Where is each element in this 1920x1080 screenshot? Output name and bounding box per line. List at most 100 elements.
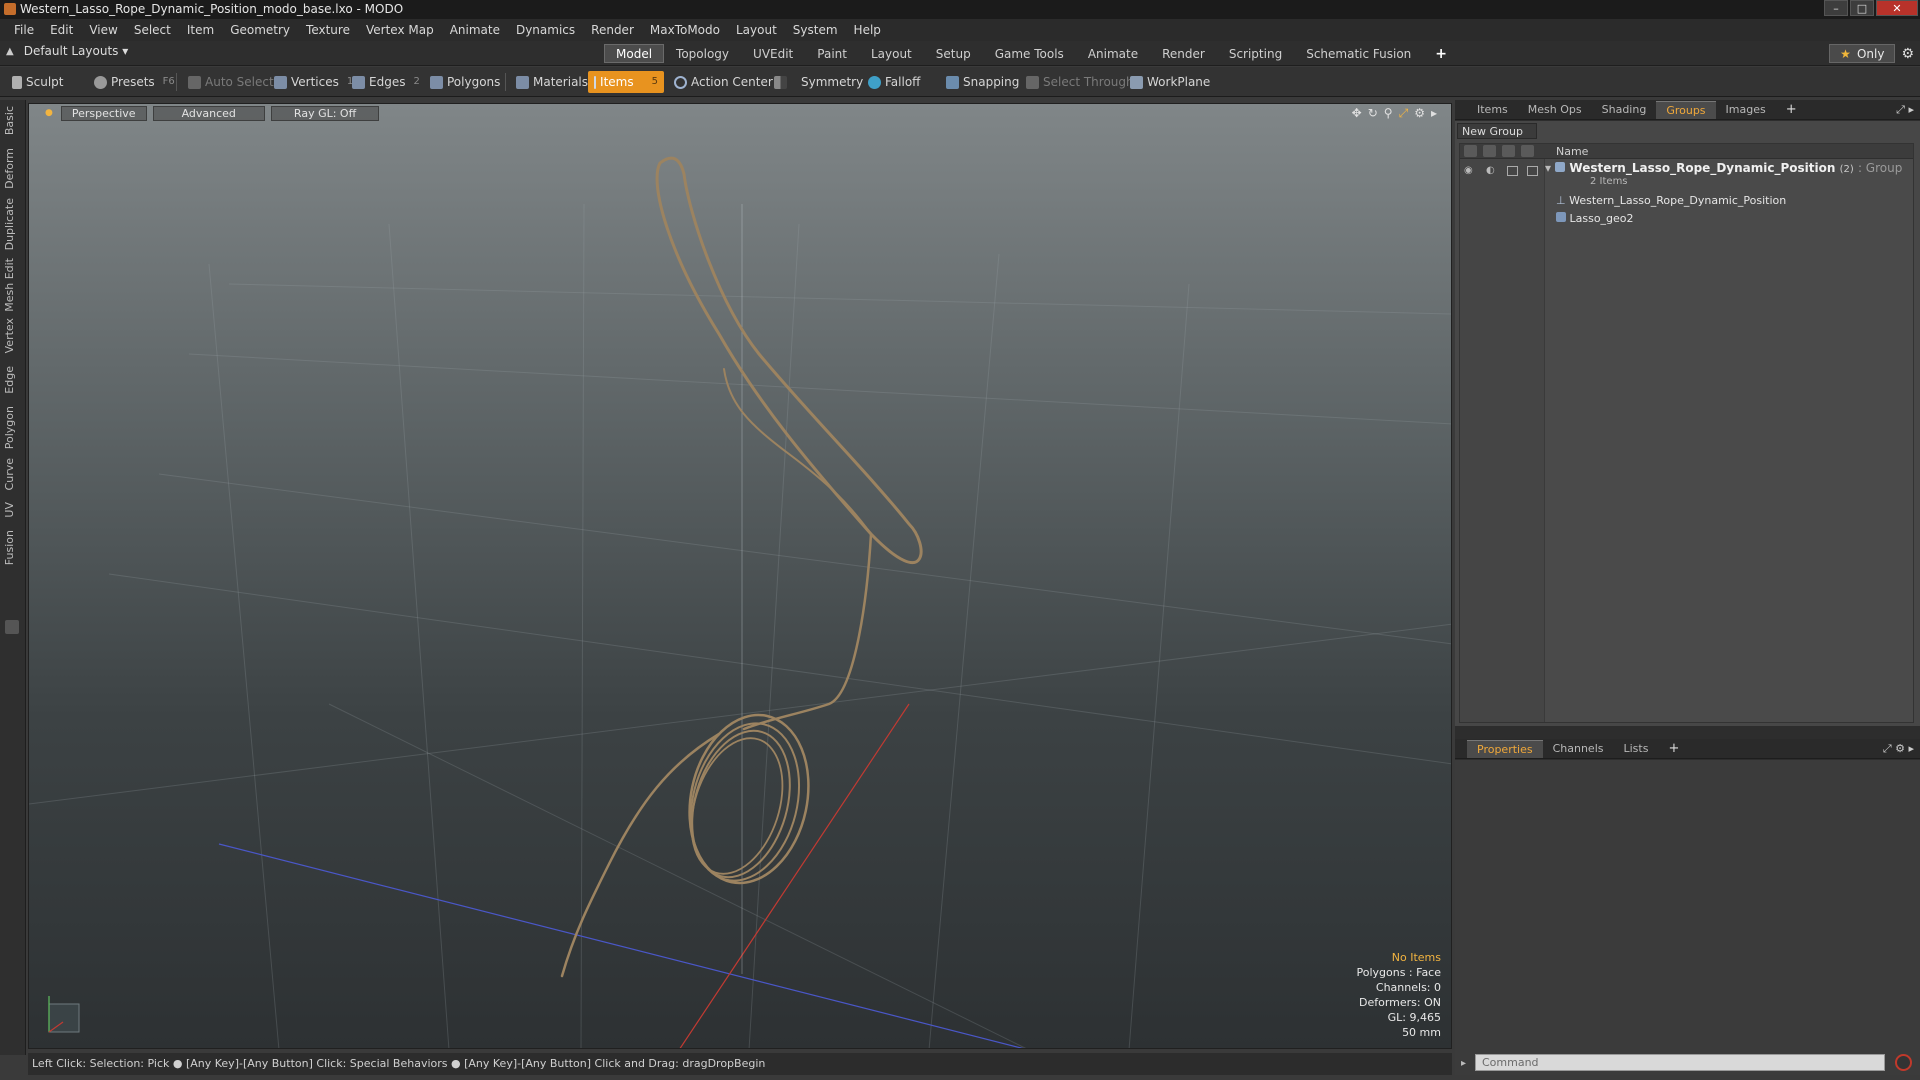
- lock-checkbox[interactable]: [1507, 166, 1518, 176]
- menu-system[interactable]: System: [785, 19, 846, 41]
- tab-shading[interactable]: Shading: [1592, 101, 1657, 119]
- vtab-curve[interactable]: Curve: [3, 458, 21, 490]
- minimize-button[interactable]: –: [1824, 0, 1848, 16]
- lock-column-icon[interactable]: [1502, 145, 1515, 157]
- gear-icon[interactable]: ⚙: [1901, 46, 1914, 62]
- menu-dynamics[interactable]: Dynamics: [508, 19, 583, 41]
- tab-game-tools[interactable]: Game Tools: [983, 44, 1076, 63]
- tab-groups[interactable]: Groups: [1656, 100, 1716, 119]
- only-toggle-button[interactable]: ★ Only: [1829, 44, 1896, 63]
- menu-layout[interactable]: Layout: [728, 19, 785, 41]
- vtab-vertex[interactable]: Vertex: [3, 318, 21, 353]
- modo-app-icon: [4, 3, 16, 15]
- materials-button[interactable]: Materials: [510, 71, 594, 93]
- select-through-button[interactable]: Select Through: [1020, 71, 1140, 93]
- menu-maxtomodo[interactable]: MaxToModo: [642, 19, 728, 41]
- viewport-expand-icon[interactable]: ▸: [1431, 106, 1437, 121]
- group-row[interactable]: ▾ Western_Lasso_Rope_Dynamic_Position (2…: [1545, 161, 1902, 175]
- tab-scripting[interactable]: Scripting: [1217, 44, 1294, 63]
- tab-model[interactable]: Model: [604, 44, 665, 63]
- eye-icon[interactable]: ◉: [1464, 165, 1473, 176]
- auto-select-button[interactable]: Auto Select: [182, 71, 280, 93]
- tab-setup[interactable]: Setup: [924, 44, 983, 63]
- tab-schematic-fusion[interactable]: Schematic Fusion: [1294, 44, 1423, 63]
- toolbar-separator: [176, 73, 177, 91]
- default-layouts-dropdown[interactable]: Default Layouts ▾: [24, 44, 129, 58]
- advanced-button[interactable]: Advanced: [152, 105, 265, 121]
- 3d-viewport[interactable]: ● Perspective Advanced Ray GL: Off ✥ ↻ ⚲…: [28, 103, 1452, 1049]
- menu-render[interactable]: Render: [583, 19, 642, 41]
- tab-render[interactable]: Render: [1150, 44, 1217, 63]
- tree-item-locator[interactable]: ⊥ Western_Lasso_Rope_Dynamic_Position: [1556, 194, 1786, 207]
- vtab-fusion[interactable]: Fusion: [3, 530, 21, 565]
- menu-edit[interactable]: Edit: [42, 19, 81, 41]
- menu-animate[interactable]: Animate: [442, 19, 508, 41]
- workplane-button[interactable]: WorkPlane: [1124, 71, 1216, 93]
- record-icon[interactable]: [1895, 1054, 1912, 1071]
- tab-uvedit[interactable]: UVEdit: [741, 44, 805, 63]
- add-bottom-tab-button[interactable]: +: [1658, 740, 1689, 758]
- tab-items[interactable]: Items: [1467, 101, 1518, 119]
- vtab-polygon[interactable]: Polygon: [3, 406, 21, 449]
- items-button[interactable]: Items 5: [588, 71, 664, 93]
- menu-help[interactable]: Help: [846, 19, 889, 41]
- sculpt-button[interactable]: Sculpt: [6, 71, 69, 93]
- presets-button[interactable]: Presets F6: [88, 71, 181, 93]
- tab-properties[interactable]: Properties: [1467, 739, 1543, 758]
- select-column-icon[interactable]: [1521, 145, 1534, 157]
- tab-paint[interactable]: Paint: [805, 44, 859, 63]
- vtab-uv[interactable]: UV: [3, 502, 21, 518]
- vtab-basic[interactable]: Basic: [3, 106, 21, 135]
- menu-geometry[interactable]: Geometry: [222, 19, 298, 41]
- menu-file[interactable]: File: [6, 19, 42, 41]
- render-column-icon[interactable]: [1483, 145, 1496, 157]
- ray-gl-button[interactable]: Ray GL: Off: [270, 105, 380, 121]
- vtab-edge[interactable]: Edge: [3, 366, 21, 394]
- tree-item-mesh[interactable]: Lasso_geo2: [1556, 212, 1634, 225]
- close-button[interactable]: ✕: [1876, 0, 1918, 16]
- visibility-column-icon[interactable]: [1464, 145, 1477, 157]
- add-layout-tab-button[interactable]: +: [1423, 44, 1459, 63]
- menu-select[interactable]: Select: [126, 19, 179, 41]
- rotate-view-icon[interactable]: ↻: [1368, 106, 1378, 121]
- fit-view-icon[interactable]: ⤢: [1399, 106, 1409, 121]
- viewport-menu-icon[interactable]: ●: [45, 108, 53, 118]
- bottom-panel-maximize-icon[interactable]: ⤢ ⚙ ▸: [1883, 742, 1914, 756]
- new-group-button[interactable]: New Group: [1457, 123, 1537, 139]
- action-center-button[interactable]: Action Center: [668, 71, 779, 93]
- expand-arrow-icon[interactable]: ▾: [1545, 161, 1551, 175]
- snapping-button[interactable]: Snapping: [940, 71, 1025, 93]
- falloff-button[interactable]: Falloff: [862, 71, 926, 93]
- viewport-settings-icon[interactable]: ⚙: [1414, 106, 1425, 121]
- move-view-icon[interactable]: ✥: [1352, 106, 1362, 121]
- render-toggle-icon[interactable]: ◐: [1486, 165, 1495, 176]
- tab-channels[interactable]: Channels: [1543, 740, 1614, 758]
- tab-topology[interactable]: Topology: [664, 44, 741, 63]
- select-checkbox[interactable]: [1527, 166, 1538, 176]
- command-history-icon[interactable]: ▸: [1461, 1058, 1466, 1069]
- polygons-button[interactable]: Polygons: [424, 71, 506, 93]
- vtab-deform[interactable]: Deform: [3, 148, 21, 189]
- tab-animate[interactable]: Animate: [1076, 44, 1150, 63]
- vtab-mesh-edit[interactable]: Mesh Edit: [3, 258, 21, 312]
- edges-button[interactable]: Edges 2: [346, 71, 426, 93]
- add-panel-tab-button[interactable]: +: [1776, 101, 1807, 119]
- layout-expand-icon[interactable]: ▲: [6, 46, 14, 57]
- tab-mesh-ops[interactable]: Mesh Ops: [1518, 101, 1592, 119]
- symmetry-button[interactable]: Symmetry: [768, 71, 869, 93]
- menu-item[interactable]: Item: [179, 19, 222, 41]
- maximize-button[interactable]: □: [1850, 0, 1874, 16]
- menu-view[interactable]: View: [81, 19, 125, 41]
- vtab-duplicate[interactable]: Duplicate: [3, 198, 21, 250]
- name-column-header[interactable]: Name: [1556, 144, 1588, 159]
- panel-maximize-icon[interactable]: ⤢ ▸: [1896, 103, 1914, 117]
- menu-vertex-map[interactable]: Vertex Map: [358, 19, 442, 41]
- left-panel-toggle-icon[interactable]: [5, 620, 19, 634]
- command-input[interactable]: Command: [1475, 1054, 1885, 1071]
- tab-layout[interactable]: Layout: [859, 44, 924, 63]
- zoom-view-icon[interactable]: ⚲: [1384, 106, 1393, 121]
- tab-images[interactable]: Images: [1716, 101, 1776, 119]
- tab-lists[interactable]: Lists: [1614, 740, 1659, 758]
- menu-texture[interactable]: Texture: [298, 19, 358, 41]
- perspective-button[interactable]: Perspective: [60, 105, 147, 121]
